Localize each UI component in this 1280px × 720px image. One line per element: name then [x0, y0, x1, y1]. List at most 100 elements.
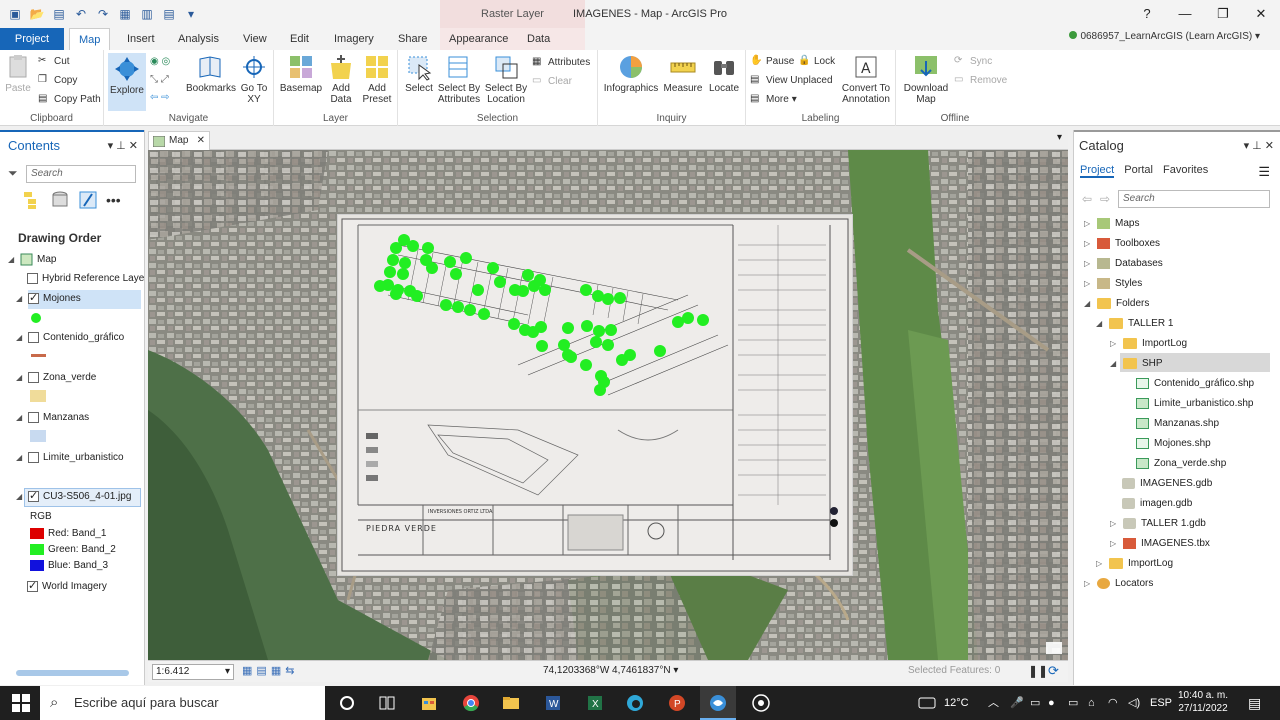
- split-view-icon[interactable]: ▤: [256, 664, 266, 677]
- view-unplaced-button[interactable]: ▤ View Unplaced: [750, 74, 833, 87]
- display-icon[interactable]: ▭: [1068, 686, 1078, 720]
- excel-icon[interactable]: X: [584, 693, 606, 713]
- band-blue[interactable]: Blue: Band_3: [30, 560, 108, 571]
- grid-view-icon[interactable]: ▦: [242, 664, 252, 677]
- user-account[interactable]: 0686957_LearnArcGIS (Learn ArcGIS) ▾: [1069, 31, 1260, 42]
- minimize-button[interactable]: —: [1166, 0, 1204, 28]
- catalog-item-mojones-shp[interactable]: Mojones.shp: [1136, 438, 1211, 449]
- catalog-item-manzanas-shp[interactable]: Manzanas.shp: [1136, 418, 1219, 429]
- layer-hybrid-reference[interactable]: Hybrid Reference Laye: [27, 273, 144, 284]
- band-red[interactable]: Red: Band_1: [30, 528, 106, 539]
- table-view-icon[interactable]: ▦: [271, 664, 281, 677]
- previous-next-extent-icon[interactable]: ⇦ ⇨: [150, 92, 170, 103]
- clock[interactable]: 10:40 a. m. 27/11/2022: [1178, 689, 1228, 715]
- close-button[interactable]: ✕: [1242, 0, 1280, 28]
- tab-share[interactable]: Share: [389, 28, 436, 50]
- tab-analysis[interactable]: Analysis: [169, 28, 228, 50]
- layer-mojones[interactable]: ◢ Mojones: [16, 291, 81, 304]
- tray-app-icon[interactable]: ●: [1048, 686, 1055, 720]
- catalog-item-styles[interactable]: ▷ Styles: [1084, 278, 1142, 289]
- more-options-icon[interactable]: •••: [106, 192, 121, 208]
- list-by-selection-icon[interactable]: [78, 190, 98, 210]
- point-symbol-icon[interactable]: [31, 313, 41, 323]
- obs-icon[interactable]: [750, 693, 772, 713]
- go-to-xy-button[interactable]: Go To XY: [238, 53, 270, 105]
- catalog-item-limite-shp[interactable]: Limite_urbanistico.shp: [1136, 398, 1254, 409]
- map-view-tab[interactable]: Map ✕: [148, 131, 210, 150]
- word-icon[interactable]: W: [542, 693, 564, 713]
- layer-visibility-checkbox[interactable]: [28, 489, 39, 502]
- add-data-button[interactable]: Add Data: [326, 53, 356, 105]
- undo-icon[interactable]: ↶: [72, 5, 90, 23]
- basemap-button[interactable]: Basemap: [278, 53, 324, 94]
- new-project-icon[interactable]: ▣: [6, 5, 24, 23]
- close-tab-icon[interactable]: ✕: [197, 132, 205, 150]
- catalog-tab-favorites[interactable]: Favorites: [1163, 164, 1208, 178]
- store-icon[interactable]: [418, 693, 440, 713]
- task-view-icon[interactable]: [376, 693, 398, 713]
- paste-button[interactable]: Paste: [4, 53, 32, 94]
- refresh-icon[interactable]: ⟳: [1048, 663, 1059, 679]
- clear-selection-button[interactable]: ▭ Clear: [532, 75, 572, 88]
- copy-button[interactable]: ❐ Copy: [38, 74, 77, 87]
- forward-icon[interactable]: ⇨: [1100, 192, 1110, 206]
- catalog-item-shp[interactable]: ◢ SHP: [1110, 358, 1163, 369]
- cut-button[interactable]: ✂ Cut: [38, 55, 70, 68]
- line-symbol-icon[interactable]: [31, 354, 46, 357]
- pause-drawing-icon[interactable]: ❚❚: [1028, 664, 1048, 678]
- add-preset-button[interactable]: Add Preset: [360, 53, 394, 105]
- catalog-item-taller1-gdb[interactable]: ▷ TALLER 1.gdb: [1110, 518, 1206, 529]
- polygon-symbol-icon[interactable]: [30, 390, 46, 402]
- catalog-item-taller1[interactable]: ◢ TALLER 1: [1096, 318, 1173, 329]
- download-map-button[interactable]: Download Map: [900, 53, 952, 105]
- tab-overflow-icon[interactable]: ▾: [1057, 132, 1062, 143]
- select-by-location-button[interactable]: Select By Location: [484, 53, 528, 105]
- help-button[interactable]: ?: [1128, 0, 1166, 28]
- catalog-item-databases[interactable]: ▷ Databases: [1084, 258, 1163, 269]
- measure-button[interactable]: Measure: [662, 53, 704, 94]
- remove-button[interactable]: ▭ Remove: [954, 74, 1007, 87]
- layer-limite-urbanistico[interactable]: ◢ Limite_urbanistico: [16, 452, 124, 463]
- layer-world-imagery[interactable]: World Imagery: [27, 579, 107, 592]
- layer-visibility-checkbox[interactable]: [28, 291, 39, 304]
- more-labeling-button[interactable]: ▤ More ▾: [750, 93, 797, 106]
- bookmarks-button[interactable]: Bookmarks: [186, 53, 236, 94]
- layer-visibility-checkbox[interactable]: [28, 332, 39, 343]
- edge-icon[interactable]: [624, 693, 646, 713]
- microphone-icon[interactable]: 🎤: [1010, 686, 1024, 720]
- wifi-icon[interactable]: ◠: [1108, 686, 1118, 720]
- horizontal-scrollbar[interactable]: [16, 670, 129, 676]
- file-explorer-icon[interactable]: [500, 693, 522, 713]
- open-project-icon[interactable]: 📂: [28, 5, 46, 23]
- windows-start-icon[interactable]: [10, 693, 32, 713]
- language-indicator[interactable]: ESP: [1150, 686, 1172, 720]
- catalog-item-zona-verde-shp[interactable]: Zona_verde.shp: [1136, 458, 1226, 469]
- layer-visibility-checkbox[interactable]: [28, 372, 39, 383]
- redo-icon[interactable]: ↷: [94, 5, 112, 23]
- pane-controls[interactable]: ▾ ⊥ ✕: [108, 132, 138, 160]
- chevron-up-icon[interactable]: ︿: [988, 686, 999, 720]
- layer-manzanas[interactable]: ◢ Manzanas: [16, 412, 89, 423]
- arcgis-pro-taskbar-button[interactable]: [700, 686, 736, 720]
- tab-view[interactable]: View: [234, 28, 276, 50]
- notes-icon[interactable]: [1046, 642, 1062, 654]
- customize-qat-icon[interactable]: ▾: [182, 5, 200, 23]
- catalog-item-maps[interactable]: ▷ Maps: [1084, 218, 1139, 229]
- weather-icon[interactable]: [916, 693, 938, 713]
- taskbar-search-input[interactable]: ⌕ Escribe aquí para buscar: [40, 686, 325, 720]
- temperature[interactable]: 12°C: [944, 686, 969, 720]
- catalog-item-folders[interactable]: ◢ Folders: [1084, 298, 1149, 309]
- polygon-symbol-icon[interactable]: [30, 430, 46, 442]
- catalog-item-imagen-gdb[interactable]: imagen.gdb: [1122, 498, 1192, 509]
- powerpoint-icon[interactable]: P: [666, 693, 688, 713]
- filter-icon[interactable]: ⏷: [8, 166, 18, 181]
- tab-appearance[interactable]: Appearance: [440, 28, 518, 50]
- save-icon[interactable]: ▤: [50, 5, 68, 23]
- layer-visibility-checkbox[interactable]: [28, 452, 39, 463]
- layer-visibility-checkbox[interactable]: [27, 273, 38, 284]
- catalog-item-imagenes-tbx[interactable]: ▷ IMAGENES.tbx: [1110, 538, 1210, 549]
- volume-icon[interactable]: ◁): [1128, 686, 1140, 720]
- catalog-item-imagenes-gdb[interactable]: IMAGENES.gdb: [1122, 478, 1212, 489]
- chrome-icon[interactable]: [460, 693, 482, 713]
- contents-search-input[interactable]: Search: [26, 165, 136, 183]
